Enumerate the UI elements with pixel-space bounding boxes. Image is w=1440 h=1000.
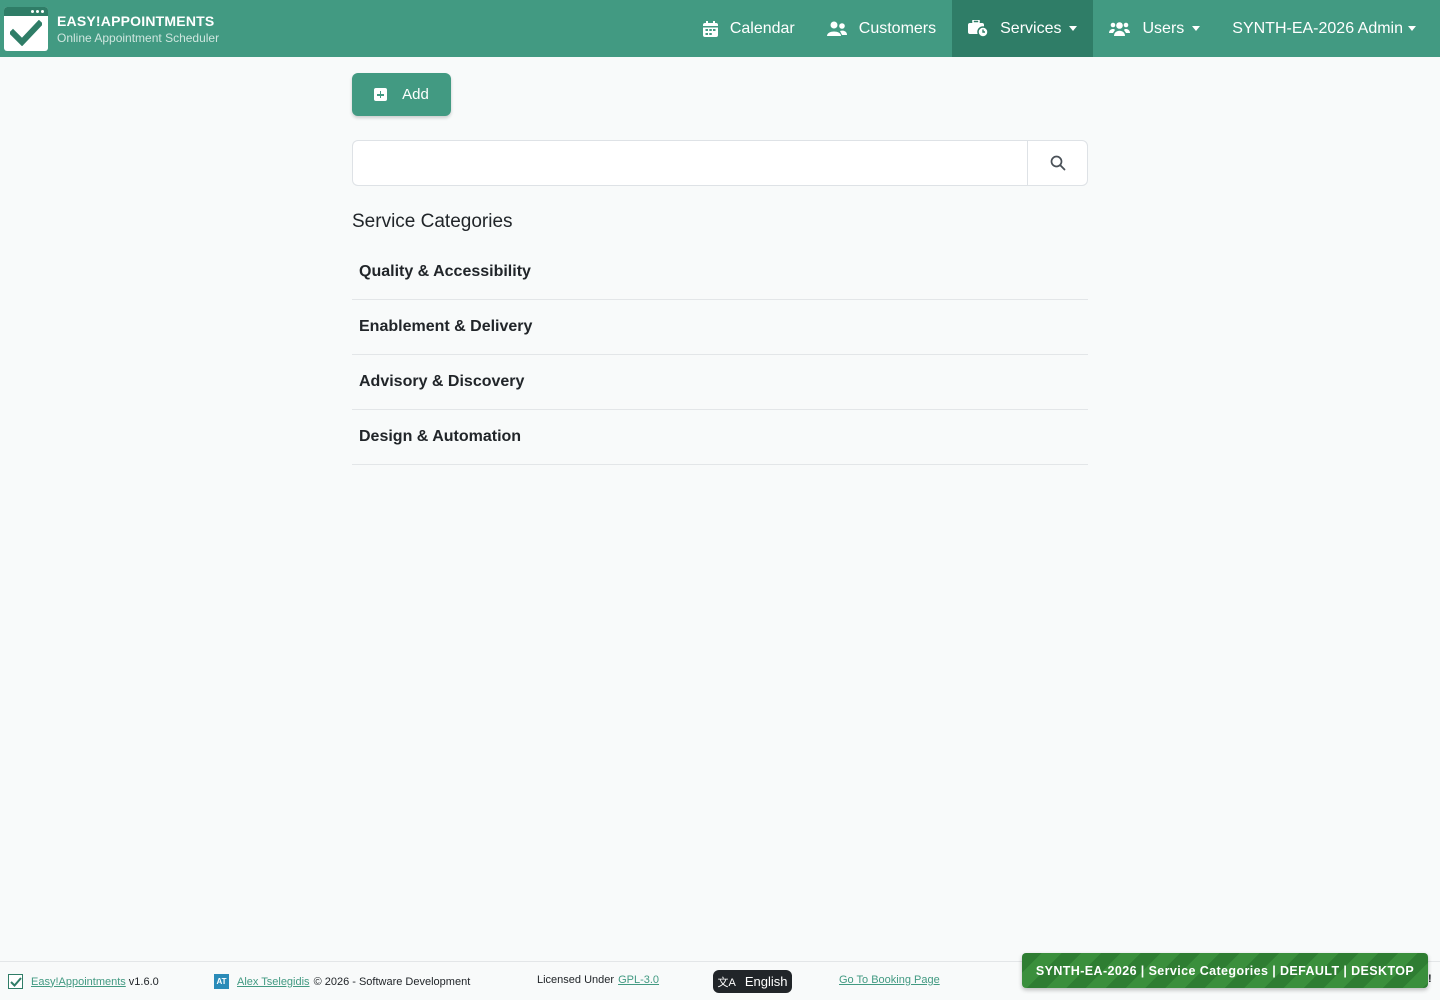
environment-badge-text: SYNTH-EA-2026 | Service Categories | DEF… (1035, 963, 1415, 978)
nav-services[interactable]: Services (952, 0, 1094, 57)
footer-license: Licensed Under GPL-3.0 (537, 974, 659, 986)
booking-page-link[interactable]: Go To Booking Page (839, 974, 940, 986)
nav-users-label: Users (1142, 19, 1185, 37)
category-label: Enablement & Delivery (359, 318, 533, 335)
briefcase-clock-icon (968, 20, 989, 37)
version-text: v1.6.0 (128, 975, 159, 988)
category-list: Quality & Accessibility Enablement & Del… (352, 245, 1088, 465)
language-selector[interactable]: 文A English (713, 970, 792, 993)
category-label: Advisory & Discovery (359, 373, 525, 390)
list-item[interactable]: Quality & Accessibility (352, 245, 1088, 300)
badge-trailing-text: ! (1428, 973, 1432, 985)
category-label: Quality & Accessibility (359, 263, 531, 280)
footer-app: Easy!Appointments v1.6.0 (8, 974, 159, 989)
search-bar (352, 140, 1088, 186)
main-nav: Calendar Customers Services Users SYNTH-… (683, 0, 1440, 57)
list-item[interactable]: Enablement & Delivery (352, 300, 1088, 355)
search-input[interactable] (352, 140, 1027, 186)
brand[interactable]: EASY!APPOINTMENTS Online Appointment Sch… (0, 0, 219, 57)
list-item[interactable]: Design & Automation (352, 410, 1088, 465)
top-navbar: EASY!APPOINTMENTS Online Appointment Sch… (0, 0, 1440, 57)
language-label: English (744, 974, 788, 989)
users-icon (826, 21, 847, 36)
license-link[interactable]: GPL-3.0 (618, 974, 659, 986)
author-link[interactable]: Alex Tselegidis (237, 976, 310, 988)
plus-square-icon (374, 88, 388, 101)
chevron-down-icon (1069, 26, 1078, 31)
app-logo-small (8, 974, 23, 989)
nav-calendar[interactable]: Calendar (683, 0, 811, 57)
nav-account-label: SYNTH-EA-2026 Admin (1232, 19, 1403, 37)
nav-account[interactable]: SYNTH-EA-2026 Admin (1216, 0, 1440, 57)
brand-subtitle: Online Appointment Scheduler (57, 30, 220, 45)
language-icon: 文A (717, 976, 736, 989)
nav-customers[interactable]: Customers (811, 0, 952, 57)
nav-services-label: Services (1000, 19, 1062, 37)
nav-customers-label: Customers (858, 19, 937, 37)
license-prefix: Licensed Under (537, 974, 615, 986)
search-button[interactable] (1027, 140, 1088, 186)
brand-title: EASY!APPOINTMENTS (57, 12, 215, 29)
copyright-text: © 2026 - Software Development (313, 975, 471, 988)
checkmark-icon (10, 19, 42, 46)
search-icon (1050, 155, 1065, 171)
nav-users[interactable]: Users (1093, 0, 1216, 57)
section-title: Service Categories (352, 211, 513, 232)
app-link[interactable]: Easy!Appointments (31, 976, 126, 988)
app-logo (4, 6, 48, 51)
users-cog-icon (1109, 21, 1131, 36)
chevron-down-icon (1408, 26, 1416, 31)
environment-badge: SYNTH-EA-2026 | Service Categories | DEF… (1022, 953, 1428, 988)
add-button-label: Add (402, 86, 429, 103)
footer-booking: Go To Booking Page (839, 974, 940, 986)
calendar-icon (702, 20, 718, 37)
author-logo: AT (214, 974, 229, 989)
category-label: Design & Automation (359, 428, 522, 445)
nav-calendar-label: Calendar (729, 19, 795, 37)
add-button[interactable]: Add (352, 73, 451, 116)
chevron-down-icon (1192, 26, 1201, 31)
footer-author: AT Alex Tselegidis © 2026 - Software Dev… (214, 974, 470, 989)
list-item[interactable]: Advisory & Discovery (352, 355, 1088, 410)
